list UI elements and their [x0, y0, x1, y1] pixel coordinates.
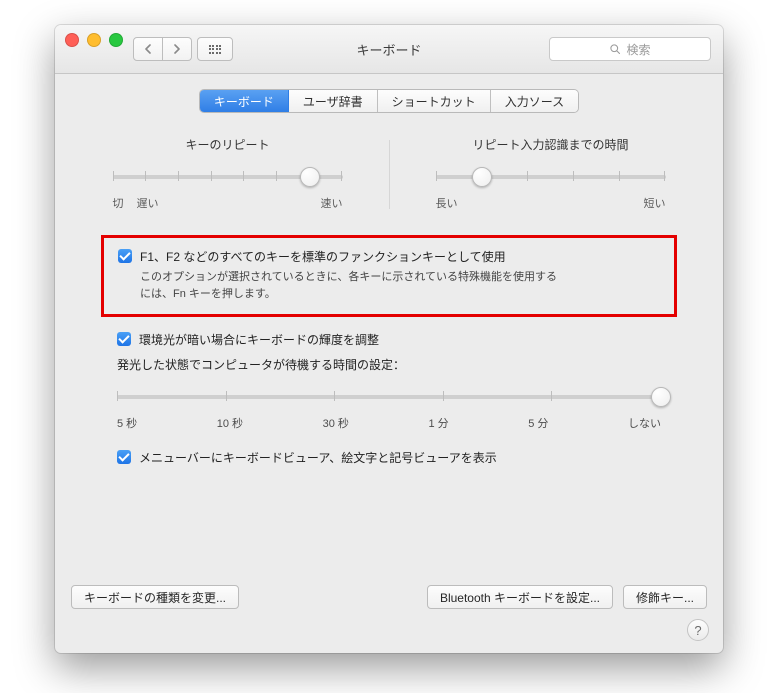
- tab-user-dict[interactable]: ユーザ辞書: [289, 90, 378, 112]
- idle-tick-5: しない: [628, 415, 661, 431]
- tab-keyboard[interactable]: キーボード: [200, 90, 289, 112]
- slider-knob-icon[interactable]: [472, 167, 492, 187]
- bottom-button-row: キーボードの種類を変更... Bluetooth キーボードを設定... 修飾キ…: [71, 585, 707, 609]
- help-button[interactable]: ?: [687, 619, 709, 641]
- idle-tick-2: 30 秒: [323, 415, 349, 431]
- menubar-label: メニューバーにキーボードビューア、絵文字と記号ビューアを表示: [139, 449, 497, 466]
- idle-slider-block: 5 秒 10 秒 30 秒 1 分 5 分 しない: [117, 385, 661, 431]
- titlebar: キーボード 検索: [55, 25, 723, 74]
- tab-input-sources[interactable]: 入力ソース: [491, 90, 578, 112]
- delay-slider[interactable]: [436, 165, 666, 191]
- delay-title: リピート入力認識までの時間: [436, 136, 666, 153]
- fn-keys-checkbox[interactable]: [118, 249, 132, 263]
- idle-tick-0: 5 秒: [117, 415, 137, 431]
- segmented-control: キーボード ユーザ辞書 ショートカット 入力ソース: [200, 90, 578, 112]
- idle-tick-4: 5 分: [528, 415, 548, 431]
- vertical-divider: [389, 140, 390, 209]
- key-repeat-slow-label: 遅い: [137, 195, 159, 211]
- preferences-window: キーボード 検索 キーボード ユーザ辞書 ショートカット 入力ソース: [55, 25, 723, 653]
- search-icon: [609, 43, 621, 55]
- idle-slider[interactable]: [117, 385, 661, 411]
- idle-tick-3: 1 分: [428, 415, 448, 431]
- sliders-row: キーのリピート 切 速い 遅い: [91, 136, 687, 211]
- delay-right-label: 短い: [644, 195, 666, 211]
- tab-bar: キーボード ユーザ辞書 ショートカット 入力ソース: [55, 90, 723, 112]
- fn-keys-label: F1、F2 などのすべてのキーを標準のファンクションキーとして使用: [140, 248, 506, 265]
- search-input[interactable]: 検索: [549, 37, 711, 61]
- content-area: キーのリピート 切 速い 遅い: [55, 112, 723, 466]
- key-repeat-block: キーのリピート 切 速い 遅い: [113, 136, 343, 211]
- key-repeat-right-label: 速い: [321, 195, 343, 211]
- idle-tick-1: 10 秒: [217, 415, 243, 431]
- key-repeat-left-label: 切: [113, 195, 124, 211]
- tab-shortcuts[interactable]: ショートカット: [378, 90, 491, 112]
- slider-knob-icon[interactable]: [651, 387, 671, 407]
- delay-block: リピート入力認識までの時間 長い 短い: [436, 136, 666, 211]
- search-placeholder: 検索: [626, 41, 650, 58]
- fn-keys-highlight: F1、F2 などのすべてのキーを標準のファンクションキーとして使用 このオプショ…: [101, 235, 677, 317]
- bluetooth-keyboard-button[interactable]: Bluetooth キーボードを設定...: [427, 585, 613, 609]
- idle-label: 発光した状態でコンピュータが待機する時間の設定：: [117, 356, 661, 373]
- backlight-label: 環境光が暗い場合にキーボードの輝度を調整: [139, 331, 379, 348]
- menubar-checkbox[interactable]: [117, 450, 131, 464]
- key-repeat-title: キーのリピート: [113, 136, 343, 153]
- help-icon: ?: [694, 623, 701, 638]
- backlight-checkbox[interactable]: [117, 332, 131, 346]
- key-repeat-slider[interactable]: [113, 165, 343, 191]
- slider-knob-icon[interactable]: [300, 167, 320, 187]
- change-keyboard-type-button[interactable]: キーボードの種類を変更...: [71, 585, 239, 609]
- delay-left-label: 長い: [436, 195, 458, 211]
- fn-keys-desc: このオプションが選択されているときに、各キーに示されている特殊機能を使用するには…: [140, 269, 560, 302]
- modifier-keys-button[interactable]: 修飾キー...: [623, 585, 707, 609]
